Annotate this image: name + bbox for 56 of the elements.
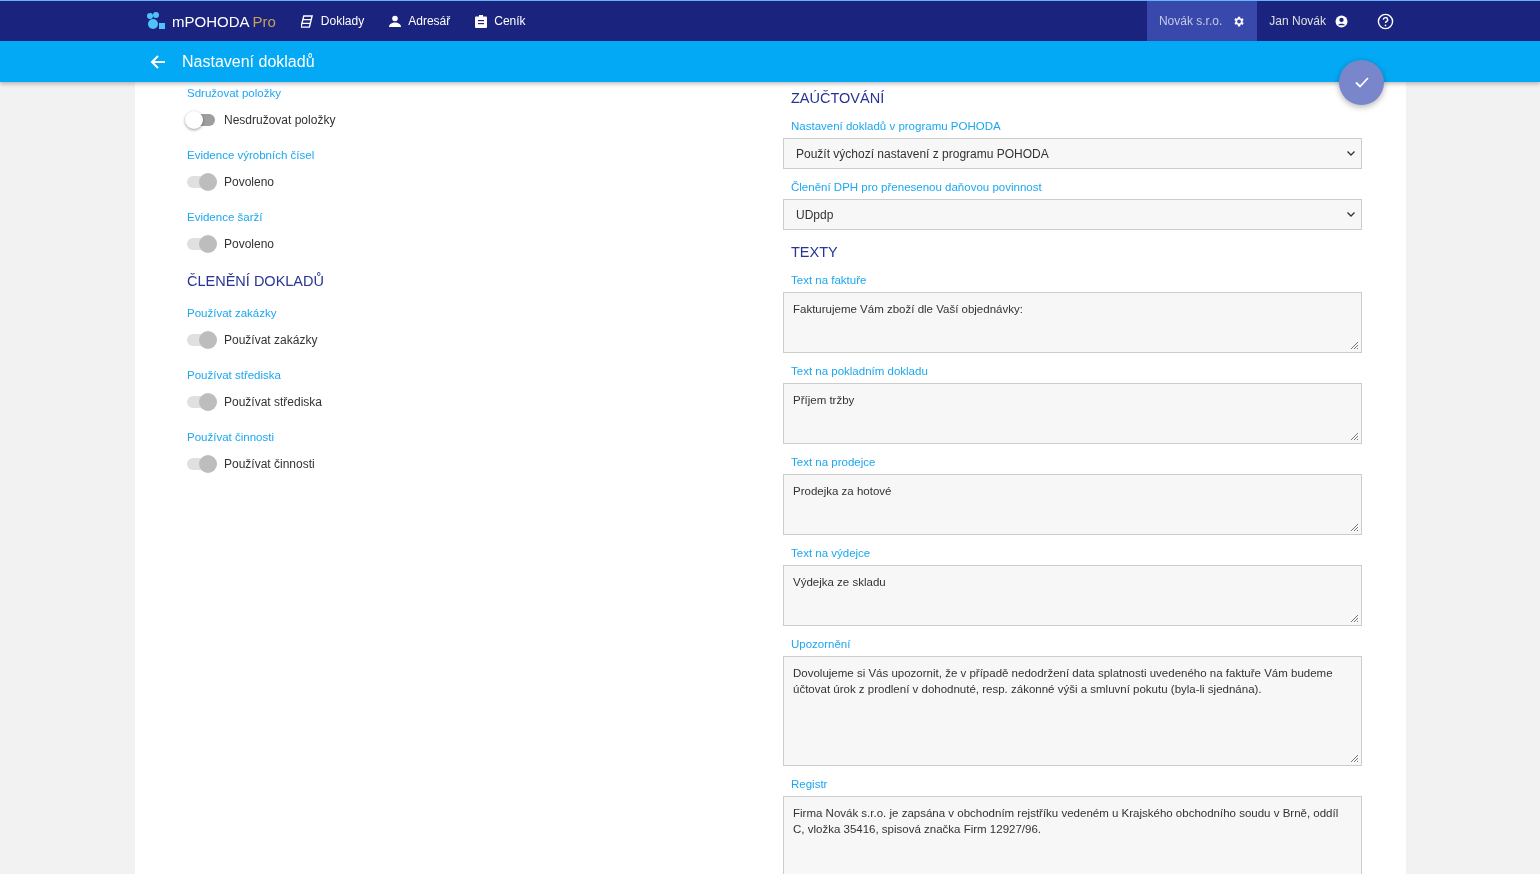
text-area[interactable]: Prodejka za hotové: [783, 474, 1362, 535]
text-area[interactable]: Výdejka ze skladu: [783, 565, 1362, 626]
back-arrow-icon[interactable]: [150, 53, 166, 70]
toggle-label: Povoleno: [224, 237, 275, 251]
company-menu[interactable]: Novák s.r.o.: [1146, 1, 1258, 41]
field-label: Nastavení dokladů v programu POHODA: [791, 120, 1002, 132]
section-heading: ČLENĚNÍ DOKLADŮ: [187, 273, 325, 289]
logo-icon: [146, 12, 166, 30]
select-field[interactable]: UDpdp: [783, 199, 1362, 230]
documents-icon: [300, 14, 314, 28]
nav-link[interactable]: Ceník: [475, 14, 526, 28]
resize-handle-icon: [1350, 614, 1359, 623]
field-label: Text na výdejce: [791, 547, 872, 559]
toggle-switch[interactable]: [187, 114, 215, 126]
section-heading: ZAÚČTOVÁNÍ: [791, 89, 886, 108]
text-area[interactable]: Dovolujeme si Vás upozornit, že v případě nedodržení data splatnosti uvedeného na faktuře Vám budeme účtovat úrok z prodlení v dohodnuté, resp. zákonné výši a smluvní pokutu (byla-li sjednána).: [783, 656, 1362, 766]
check-icon: [1354, 77, 1369, 88]
field-label: Sdružovat položky: [187, 87, 282, 99]
chevron-icon: [1347, 212, 1355, 217]
settings-icon: [1232, 14, 1246, 28]
page-title: Nastavení dokladů: [182, 52, 315, 71]
field-label: Registr: [791, 778, 829, 790]
field-label: Používat střediska: [187, 369, 282, 381]
field-label: Používat činnosti: [187, 431, 275, 443]
brand-name: mPOHODA: [172, 12, 250, 30]
resize-handle-icon: [1350, 432, 1359, 441]
toggle-label: Používat střediska: [224, 395, 323, 409]
field-label: Členění DPH pro přenesenou daňovou povinnost: [791, 181, 1043, 193]
field-label: Evidence výrobních čísel: [187, 149, 316, 161]
resize-handle-icon: [1350, 523, 1359, 532]
person-icon: [389, 15, 402, 27]
help-icon[interactable]: [1377, 12, 1394, 30]
field-label: Evidence šarží: [187, 211, 264, 223]
select-field[interactable]: Použít výchozí nastavení z programu POHODA: [783, 138, 1362, 169]
account-icon: [1335, 14, 1348, 28]
text-area[interactable]: Fakturujeme Vám zboží dle Vaší objednávky:: [783, 292, 1362, 353]
text-area[interactable]: Firma Novák s.r.o. je zapsána v obchodním rejstříku vedeném u Krajského obchodního soudu v Brně, oddíl C, vložka 35416, spisová značka Firm 12927/96.: [783, 796, 1362, 874]
user-menu[interactable]: Jan Novák: [1257, 14, 1360, 28]
brand-suffix: Pro: [252, 12, 276, 30]
nav-link[interactable]: Doklady: [300, 14, 365, 28]
resize-handle-icon: [1350, 341, 1359, 350]
nav-link[interactable]: Adresář: [389, 14, 451, 28]
toggle-label: Povoleno: [224, 175, 275, 189]
field-label: Používat zakázky: [187, 307, 278, 319]
chevron-icon: [1347, 151, 1355, 156]
field-label: Text na pokladním dokladu: [791, 365, 929, 377]
text-area[interactable]: Příjem tržby: [783, 383, 1362, 444]
field-label: Upozornění: [791, 638, 852, 650]
field-label: Text na faktuře: [791, 274, 868, 286]
toggle-label: Používat zakázky: [224, 333, 318, 347]
toggle-label: Používat činnosti: [224, 457, 315, 471]
section-heading: TEXTY: [791, 243, 839, 262]
resize-handle-icon: [1350, 754, 1359, 763]
toggle-label: Nesdružovat položky: [224, 113, 336, 127]
field-label: Text na prodejce: [791, 456, 877, 468]
clipboard-icon: [475, 14, 488, 28]
